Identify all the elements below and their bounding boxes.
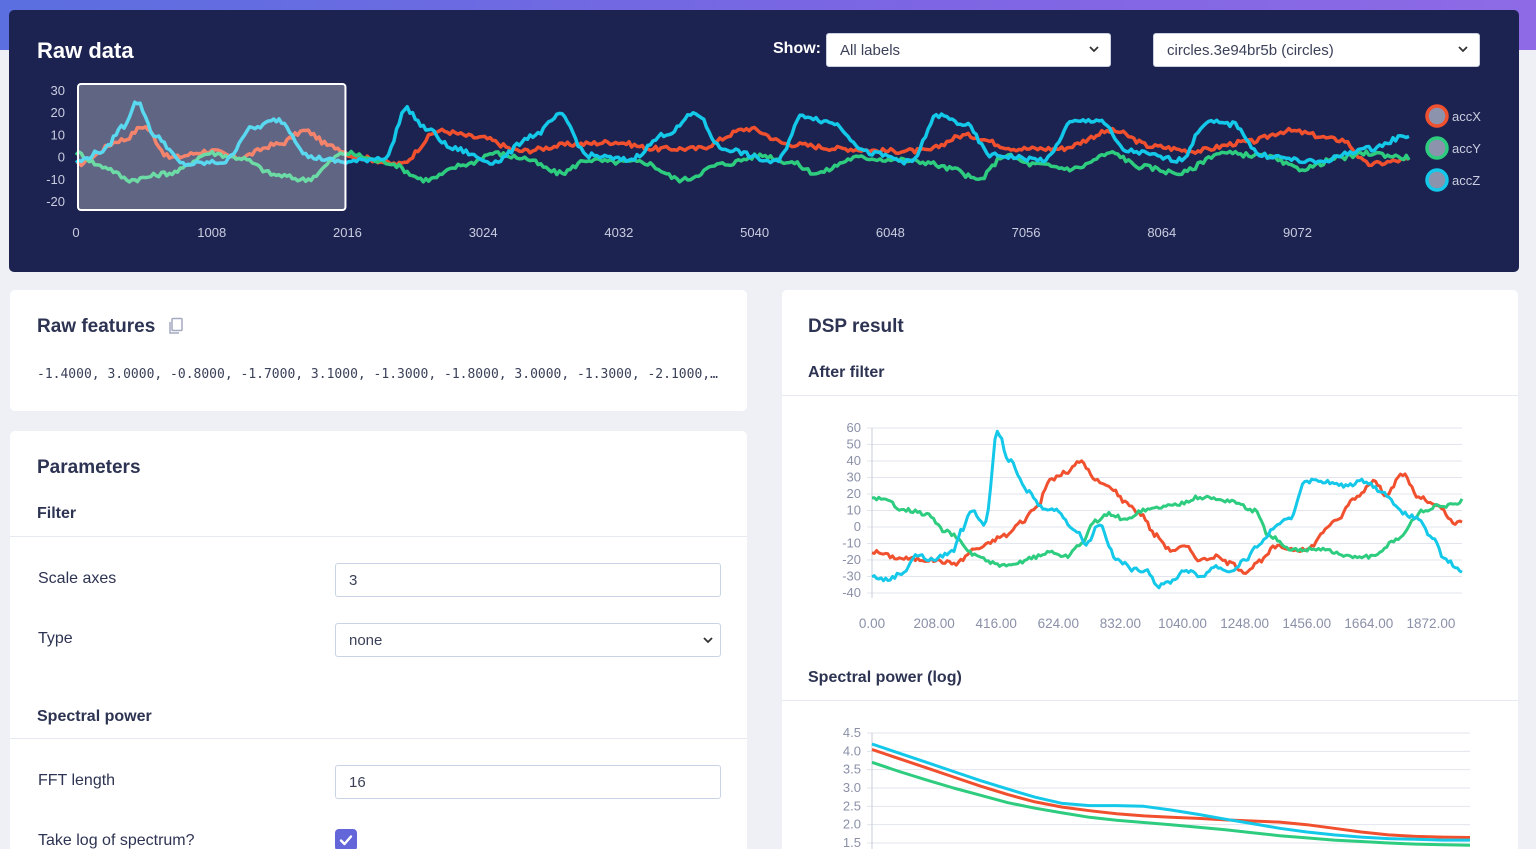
spectral-divider <box>10 738 747 739</box>
raw-x-tick: 2016 <box>333 225 362 240</box>
type-select[interactable]: none <box>335 623 721 657</box>
filter-divider <box>10 536 747 537</box>
take-log-checkbox[interactable] <box>335 829 357 849</box>
raw-features-values: -1.4000, 3.0000, -0.8000, -1.7000, 3.100… <box>37 367 721 382</box>
raw-x-tick: 6048 <box>876 225 905 240</box>
parameters-card: Parameters Filter Scale axes 3 Type none… <box>10 431 747 849</box>
scale-axes-input[interactable]: 3 <box>335 563 721 597</box>
raw-y-tick: 0 <box>58 150 65 165</box>
chevron-down-icon <box>1458 46 1468 53</box>
legend-marker-accY[interactable] <box>1425 136 1449 160</box>
raw-x-tick: 4032 <box>604 225 633 240</box>
fft-length-input[interactable]: 16 <box>335 765 721 799</box>
legend-label-accY: accY <box>1452 141 1481 156</box>
dsp-result-title: DSP result <box>808 316 904 337</box>
filter-heading: Filter <box>37 505 77 522</box>
raw-y-tick: -10 <box>46 172 65 187</box>
parameters-title: Parameters <box>37 457 141 478</box>
raw-x-tick: 8064 <box>1147 225 1176 240</box>
raw-y-tick: 20 <box>51 105 65 120</box>
type-label: Type <box>38 630 73 647</box>
spectral-log-divider <box>782 700 1518 701</box>
label-filter-select[interactable]: All labels <box>826 33 1111 67</box>
legend-marker-accX[interactable] <box>1425 104 1449 128</box>
fft-length-label: FFT length <box>38 772 116 789</box>
raw-y-tick: 30 <box>51 83 65 98</box>
type-select-value: none <box>349 632 383 649</box>
legend-label-accX: accX <box>1452 109 1481 124</box>
raw-data-panel: 30 20 10 0 -10 -20 0 1008 2016 3024 4032 5040 6048 70… <box>9 10 1519 272</box>
legend-label-accZ: accZ <box>1452 173 1480 188</box>
after-filter-heading: After filter <box>808 364 885 381</box>
after-filter-divider <box>782 395 1518 396</box>
raw-x-tick: 0 <box>72 225 79 240</box>
raw-x-tick: 7056 <box>1012 225 1041 240</box>
legend-marker-accZ[interactable] <box>1425 168 1449 192</box>
chevron-down-icon <box>1089 46 1099 53</box>
spectral-power-heading: Spectral power <box>37 708 152 725</box>
chevron-down-icon <box>703 637 713 644</box>
raw-x-tick: 1008 <box>197 225 226 240</box>
selection-window[interactable] <box>77 83 347 211</box>
spectral-log-heading: Spectral power (log) <box>808 669 962 686</box>
raw-data-title: Raw data <box>37 38 134 63</box>
show-label: Show: <box>773 40 821 57</box>
raw-features-card: Raw features -1.4000, 3.0000, -0.8000, -… <box>10 290 747 411</box>
dsp-result-card: DSP result After filter Spectral power (… <box>782 290 1518 849</box>
sample-select[interactable]: circles.3e94br5b (circles) <box>1153 33 1480 67</box>
scale-axes-label: Scale axes <box>38 570 117 587</box>
label-filter-value: All labels <box>840 42 901 59</box>
take-log-label: Take log of spectrum? <box>38 832 195 849</box>
sample-select-value: circles.3e94br5b (circles) <box>1167 42 1334 59</box>
raw-y-tick: -20 <box>46 194 65 209</box>
raw-x-tick: 5040 <box>740 225 769 240</box>
raw-x-tick: 3024 <box>469 225 498 240</box>
raw-x-tick: 9072 <box>1283 225 1312 240</box>
copy-icon[interactable] <box>167 317 185 335</box>
raw-y-tick: 10 <box>51 127 65 142</box>
check-icon <box>339 835 353 846</box>
raw-features-title: Raw features <box>37 316 156 337</box>
